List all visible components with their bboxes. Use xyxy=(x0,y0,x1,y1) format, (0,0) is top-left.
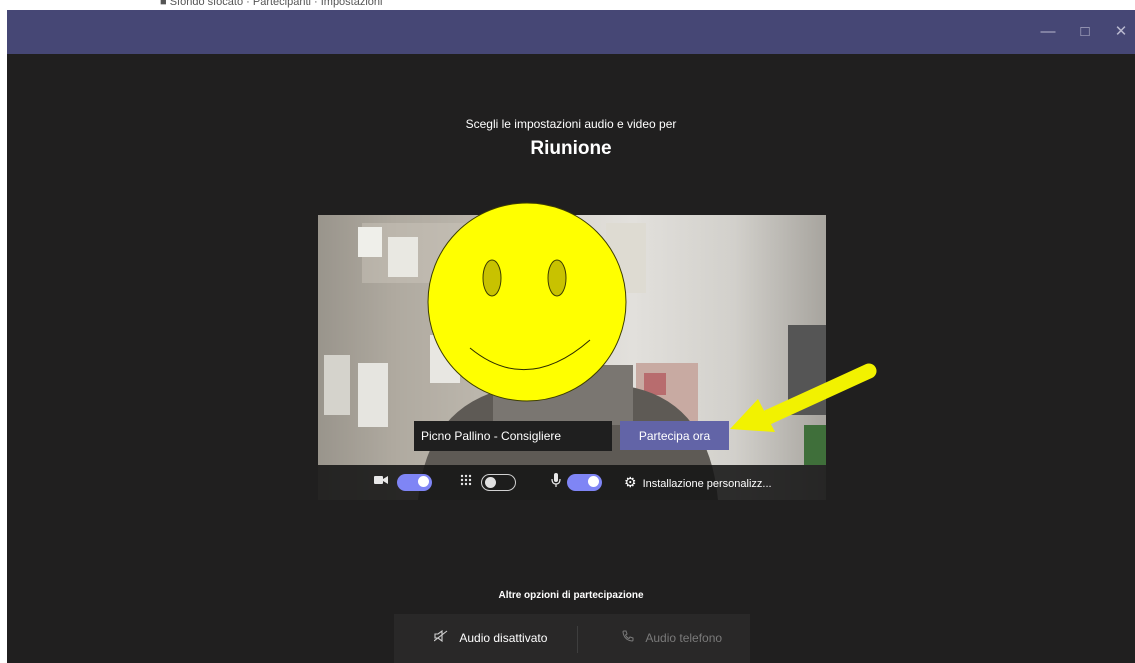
camera-toggle[interactable] xyxy=(397,474,432,491)
camera-icon xyxy=(374,473,388,491)
background-blur-toggle[interactable] xyxy=(481,474,516,491)
speaker-off-icon xyxy=(433,629,451,645)
maximize-button[interactable]: □ xyxy=(1075,22,1095,42)
title-bar: — □ ✕ xyxy=(7,10,1135,54)
close-button[interactable]: ✕ xyxy=(1111,22,1131,42)
display-name-field[interactable]: Picno Pallino - Consigliere xyxy=(414,421,612,451)
phone-icon xyxy=(622,630,637,645)
custom-setup-button[interactable]: ⚙ Installazione personalizz... xyxy=(624,473,772,493)
other-join-options-bar: Audio disattivato Audio telefono xyxy=(394,614,750,663)
phone-audio-button[interactable]: Audio telefono xyxy=(622,614,722,663)
microphone-icon xyxy=(551,473,561,491)
audio-off-label: Audio disattivato xyxy=(459,631,548,645)
camera-feed-image xyxy=(318,215,826,500)
gear-icon: ⚙ xyxy=(624,474,637,490)
device-controls-bar: ⚙ Installazione personalizz... xyxy=(318,465,826,500)
audio-off-button[interactable]: Audio disattivato xyxy=(433,614,548,663)
teams-window: — □ ✕ Scegli le impostazioni audio e vid… xyxy=(7,10,1135,663)
minimize-button[interactable]: — xyxy=(1038,22,1058,42)
prejoin-subtitle: Scegli le impostazioni audio e video per xyxy=(465,117,677,131)
other-join-options-heading: Altre opzioni di partecipazione xyxy=(498,590,644,601)
microphone-toggle[interactable] xyxy=(567,474,602,491)
options-divider xyxy=(577,626,578,653)
background-text: ■ Sfondo sfocato · Partecipanti · Impost… xyxy=(160,0,383,8)
background-blur-icon xyxy=(459,473,473,491)
background-window-strip: ■ Sfondo sfocato · Partecipanti · Impost… xyxy=(0,0,1135,10)
video-preview: Picno Pallino - Consigliere Partecipa or… xyxy=(318,215,826,500)
custom-setup-label: Installazione personalizz... xyxy=(642,478,772,490)
join-now-button[interactable]: Partecipa ora xyxy=(620,421,729,450)
meeting-title: Riunione xyxy=(530,138,612,159)
phone-audio-label: Audio telefono xyxy=(645,631,723,645)
